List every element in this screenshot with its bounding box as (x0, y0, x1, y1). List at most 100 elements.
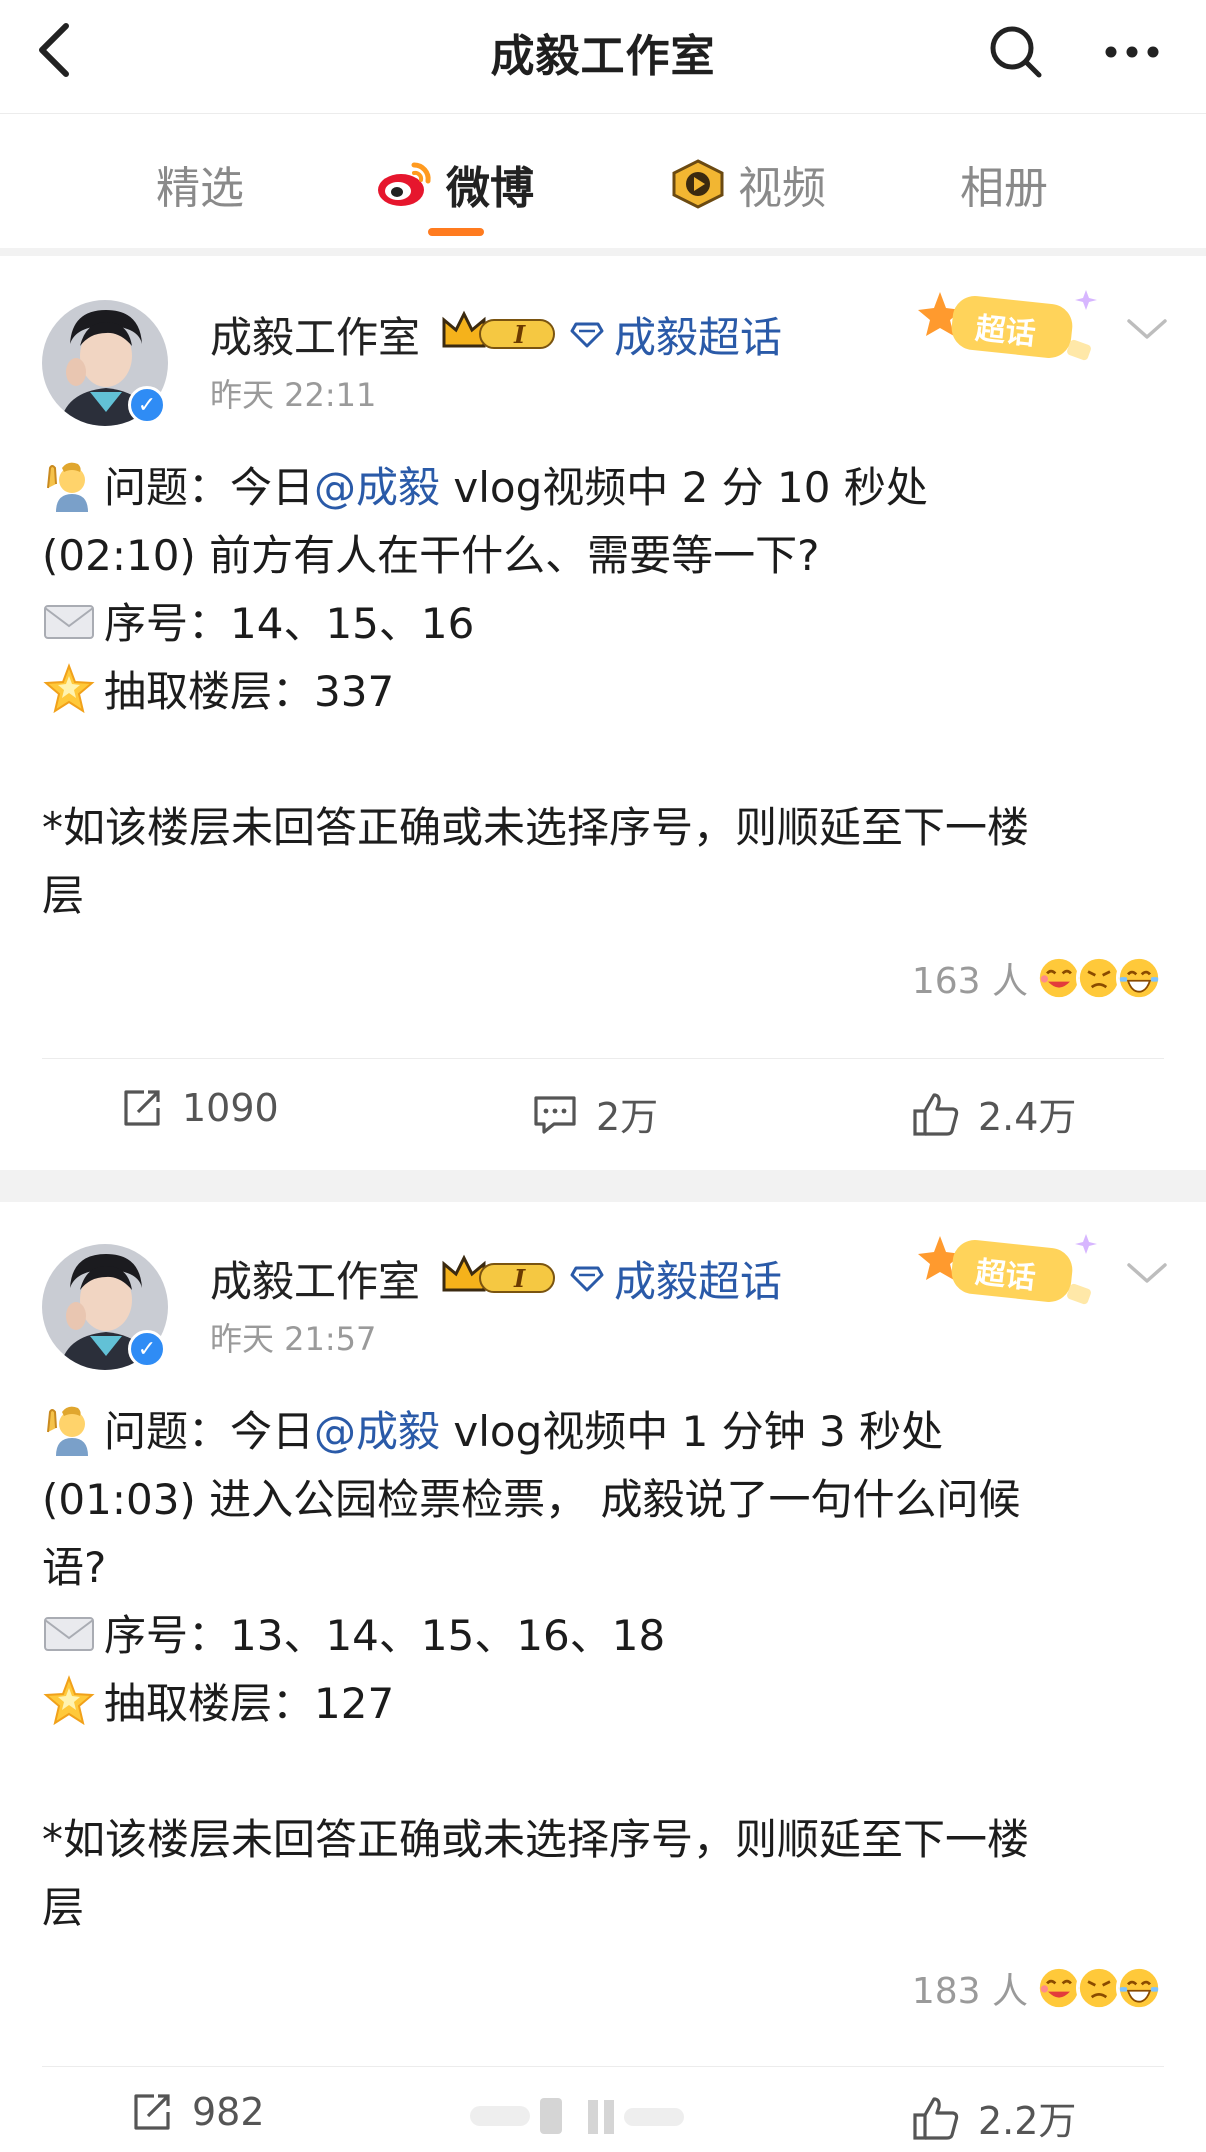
content-text: vlog视频中 1 分钟 3 秒处 (440, 1407, 944, 1456)
chaohua-label: 超话 (974, 1255, 1037, 1296)
section-divider (0, 248, 1206, 256)
repost-count: 1090 (182, 1086, 279, 1130)
envelope-emoji (44, 1617, 94, 1651)
content-line: 语? (42, 1543, 107, 1592)
tab-album[interactable]: 相册 (960, 154, 1048, 214)
content-text: 问题：今日 (104, 1407, 315, 1456)
comment-icon (470, 2098, 684, 2134)
like-count: 2.2万 (978, 2099, 1077, 2143)
repost-button[interactable]: 1090 (120, 1086, 279, 1130)
like-icon (913, 1092, 959, 1136)
repost-button[interactable]: 982 (130, 2090, 265, 2134)
post-time: 昨天 22:11 (210, 376, 377, 414)
tab-weibo[interactable]: 微博 (376, 154, 534, 214)
mention-link[interactable]: @成毅 (314, 463, 440, 512)
grin-emoji (1116, 955, 1162, 1001)
weibo-logo-icon (378, 162, 431, 206)
tab-label: 微博 (446, 163, 534, 214)
actions-separator (42, 2066, 1164, 2067)
reactions-summary[interactable]: 183 人 (912, 1962, 1162, 2014)
content-line: *如该楼层未回答正确或未选择序号，则顺延至下一楼 (42, 803, 1030, 852)
repost-icon (124, 1090, 160, 1126)
content-line: *如该楼层未回答正确或未选择序号，则顺延至下一楼 (42, 1815, 1030, 1864)
search-icon (990, 26, 1042, 78)
envelope-emoji (44, 605, 94, 639)
topic-label: 成毅超话 (614, 1257, 783, 1306)
feed-post: ✓ 成毅工作室 I 成毅超话 昨天 22:11 超话 问题：今日@成毅 vlog… (0, 256, 1206, 1170)
glowing-star-emoji (43, 1675, 95, 1726)
actions-separator (42, 1058, 1164, 1059)
verified-badge: ✓ (128, 1330, 166, 1368)
content-line: 抽取楼层：127 (42, 1670, 1172, 1738)
level-badge-text: I (513, 320, 526, 349)
repost-icon (134, 2094, 170, 2130)
content-text: 抽取楼层：337 (104, 667, 395, 716)
post-content: 问题：今日@成毅 vlog视频中 2 分 10 秒处 (02:10) 前方有人在… (42, 454, 1172, 930)
comment-button[interactable] (470, 2096, 748, 2136)
tab-featured[interactable]: 精选 (156, 154, 244, 214)
content-line-blank (42, 1738, 1172, 1806)
content-line: (01:03) 进入公园检票检票， 成毅说了一句什么问候 (42, 1475, 1021, 1524)
reaction-faces (1036, 1965, 1162, 2011)
content-line: 序号：14、15、16 (42, 590, 1172, 658)
glowing-star-emoji (43, 663, 95, 714)
author-name[interactable]: 成毅工作室 (210, 1248, 420, 1309)
mention-link[interactable]: @成毅 (314, 1407, 440, 1456)
chaohua-badge-art: 超话 (918, 1234, 1097, 1305)
active-tab-indicator (428, 228, 484, 236)
content-line: 层 (42, 871, 85, 920)
topic-link[interactable]: 成毅超话 (570, 304, 782, 365)
comment-count: 2万 (596, 1095, 659, 1139)
content-line: (02:10) 前方有人在干什么、需要等一下? (42, 531, 820, 580)
raised-hand-emoji (47, 462, 88, 512)
topic-link[interactable]: 成毅超话 (570, 1248, 782, 1309)
more-icon (1105, 46, 1159, 58)
content-line: 层 (42, 1883, 85, 1932)
verified-badge: ✓ (128, 386, 166, 424)
more-button[interactable] (1092, 16, 1172, 88)
chaohua-badge[interactable]: 超话 (918, 1230, 1102, 1326)
diamond-icon (570, 322, 604, 347)
level-badge-text: I (513, 1264, 526, 1293)
content-line: 抽取楼层：337 (42, 658, 1172, 726)
post-content: 问题：今日@成毅 vlog视频中 1 分钟 3 秒处 (01:03) 进入公园检… (42, 1398, 1172, 1942)
tab-label: 精选 (156, 163, 244, 214)
video-icon (672, 159, 724, 209)
chaohua-badge[interactable]: 超话 (918, 286, 1102, 382)
like-button[interactable]: 2.4万 (912, 1086, 1076, 1141)
grin-emoji (1116, 1965, 1162, 2011)
like-icon (913, 2096, 959, 2140)
content-text: 序号：13、14、15、16、18 (104, 1611, 666, 1660)
tab-video[interactable]: 视频 (670, 154, 826, 214)
content-line: 问题：今日@成毅 vlog视频中 1 分钟 3 秒处 (42, 1398, 1172, 1466)
like-button[interactable]: 2.2万 (912, 2090, 1076, 2145)
content-text: 问题：今日 (104, 463, 315, 512)
search-button[interactable] (980, 16, 1052, 88)
diamond-icon (570, 1266, 604, 1291)
topic-label: 成毅超话 (614, 313, 783, 362)
comment-button[interactable]: 2万 (532, 1086, 658, 1141)
reactions-summary[interactable]: 163 人 (912, 952, 1162, 1004)
chevron-down-icon[interactable] (1126, 318, 1168, 342)
chaohua-label: 超话 (974, 311, 1037, 352)
profile-tabs: 精选 微博 视频 相册 (0, 114, 1206, 248)
chevron-down-icon[interactable] (1126, 1262, 1168, 1286)
crown-icon: I (442, 1254, 555, 1293)
crown-icon: I (442, 310, 555, 349)
top-bar: 成毅工作室 (0, 0, 1206, 114)
comment-icon (534, 1095, 576, 1134)
author-name[interactable]: 成毅工作室 (210, 304, 420, 365)
content-text: 序号：14、15、16 (104, 599, 475, 648)
content-text: vlog视频中 2 分 10 秒处 (440, 463, 928, 512)
content-line-blank (42, 726, 1172, 794)
repost-count: 982 (192, 2090, 265, 2134)
post-separator (0, 1170, 1206, 1202)
content-line: 序号：13、14、15、16、18 (42, 1602, 1172, 1670)
reaction-count: 163 人 (911, 961, 1028, 1002)
feed-post: ✓ 成毅工作室 I 成毅超话 昨天 21:57 超话 问题：今日@成毅 vlog… (0, 1202, 1206, 2152)
reaction-faces (1036, 955, 1162, 1001)
content-line: 问题：今日@成毅 vlog视频中 2 分 10 秒处 (42, 454, 1172, 522)
content-text: 抽取楼层：127 (104, 1679, 395, 1728)
reaction-count: 183 人 (911, 1971, 1028, 2012)
tab-label: 相册 (960, 163, 1048, 214)
